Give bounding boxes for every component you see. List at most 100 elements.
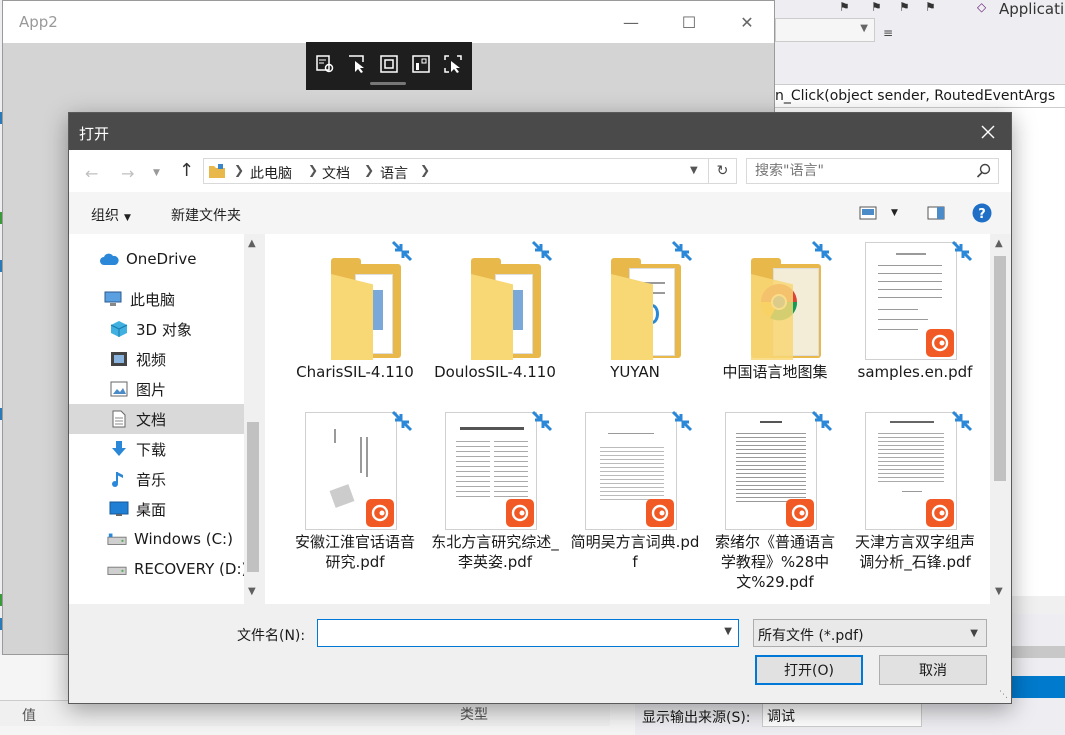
nav-item-desktop[interactable]: 桌面 [69,494,244,524]
nav-scrollbar[interactable]: ▲ ▼ [244,234,262,604]
chevron-right-icon[interactable]: ❯ [364,163,374,177]
nav-item-documents[interactable]: 文档 [69,404,244,434]
scroll-up-icon[interactable]: ▲ [995,238,1003,249]
nav-item-downloads[interactable]: 下载 [69,434,244,464]
file-list-scrollbar[interactable]: ▲ ▼ [990,234,1010,604]
file-item-pdf[interactable]: 安徽江淮官话语音研究.pdf [289,404,421,584]
chevron-right-icon[interactable]: ❯ [308,163,318,177]
file-item-folder[interactable]: YUYAN [569,234,701,414]
minimize-button[interactable]: — [602,1,660,43]
editor-hscroll[interactable] [1012,596,1065,614]
nav-label: 视频 [136,350,167,369]
sync-pending-icon [949,238,975,268]
search-input[interactable] [753,162,963,180]
file-item-folder[interactable]: 中国语言地图集 [709,234,841,414]
organize-button[interactable]: 组织 ▼ [91,205,131,225]
toolbar-grip[interactable] [370,82,406,85]
ide-config-combo[interactable]: ▼ [775,18,875,42]
view-dropdown-icon[interactable]: ▼ [891,208,898,218]
live-visual-tree-icon[interactable] [312,51,338,77]
forward-arrow-icon[interactable]: → [121,164,134,183]
folder-icon [209,164,225,178]
scroll-down-icon[interactable]: ▼ [995,586,1003,597]
pictures-icon [109,380,129,398]
command-bar: 组织 ▼ 新建文件夹 ▼ ? [69,192,1011,234]
bookmark-prev-icon[interactable]: ⚑ [871,0,882,14]
chevron-down-icon[interactable]: ▼ [724,626,732,637]
open-button[interactable]: 打开(O) [755,655,863,685]
column-type-header[interactable]: 类型 [460,704,488,724]
select-element-icon[interactable] [344,51,370,77]
toolbar-overflow-icon[interactable]: ≡ [883,26,893,40]
project-icon[interactable]: ◇ [977,0,986,14]
search-icon[interactable] [976,163,992,179]
hot-reload-select-icon[interactable] [440,51,466,77]
panel-divider [1012,646,1065,658]
file-item-pdf[interactable]: samples.en.pdf [849,234,981,414]
dialog-titlebar[interactable]: 打开 [69,113,1011,150]
help-icon[interactable]: ? [972,203,992,227]
scroll-down-icon[interactable]: ▼ [248,586,256,597]
filename-input[interactable] [322,624,712,642]
nav-item-drive-d[interactable]: RECOVERY (D:) [69,554,244,584]
file-item-folder[interactable]: DoulosSIL-4.110 [429,234,561,414]
output-titlebar [1012,676,1065,698]
download-icon [109,440,129,458]
file-type-filter[interactable]: 所有文件 (*.pdf) ▼ [753,619,987,647]
scroll-up-icon[interactable]: ▲ [248,238,256,249]
code-editor-line[interactable]: n_Click(object sender, RoutedEventArgs [775,84,1065,108]
breadcrumb-language[interactable]: 语言 [380,163,408,183]
bookmark-folder-icon[interactable]: ⚑ [925,0,936,14]
cancel-button[interactable]: 取消 [879,655,987,685]
sync-pending-icon [809,408,835,438]
nav-label: OneDrive [126,250,197,268]
column-value-header[interactable]: 值 [22,705,36,725]
file-item-pdf[interactable]: 东北方言研究综述_李英姿.pdf [429,404,561,584]
breadcrumb-this-pc[interactable]: 此电脑 [250,163,292,183]
pdf-app-icon [786,499,814,527]
up-arrow-icon[interactable]: ↑ [179,160,194,181]
resize-grip-icon[interactable]: ⋱ [999,690,1008,700]
address-bar[interactable]: ❯ 此电脑 ❯ 文档 ❯ 语言 ❯ ▼ [203,158,737,184]
nav-item-onedrive[interactable]: OneDrive [69,244,244,274]
dialog-close-button[interactable] [965,113,1011,150]
refresh-button[interactable]: ↻ [708,158,737,184]
nav-label: 文档 [136,410,167,429]
file-item-pdf[interactable]: 简明吴方言词典.pdf [569,404,701,584]
track-focused-element-icon[interactable] [408,51,434,77]
scroll-thumb[interactable] [247,422,259,572]
nav-item-pictures[interactable]: 图片 [69,374,244,404]
maximize-button[interactable]: ☐ [660,1,718,43]
nav-item-videos[interactable]: 视频 [69,344,244,374]
output-source-combo[interactable]: 调试 [762,703,922,727]
back-arrow-icon[interactable]: ← [85,164,98,183]
chevron-right-icon[interactable]: ❯ [234,163,244,177]
nav-item-drive-c[interactable]: Windows (C:) [69,524,244,554]
nav-item-3d-objects[interactable]: 3D 对象 [69,314,244,344]
toolbar-app-label[interactable]: Applicati [999,0,1064,18]
nav-label: RECOVERY (D:) [134,560,244,578]
nav-item-music[interactable]: 音乐 [69,464,244,494]
file-item-folder[interactable]: CharisSIL-4.110 [289,234,421,414]
scroll-thumb[interactable] [994,256,1006,481]
display-layout-adorners-icon[interactable] [376,51,402,77]
chevron-right-icon[interactable]: ❯ [420,163,430,177]
search-box[interactable] [746,158,999,184]
breadcrumb-documents[interactable]: 文档 [322,163,350,183]
refresh-icon: ↻ [716,163,729,179]
app2-titlebar[interactable]: App2 — ☐ ✕ [3,1,774,43]
nav-item-this-pc[interactable]: 此电脑 [69,284,244,314]
bookmark-next-icon[interactable]: ⚑ [899,0,910,14]
file-item-pdf[interactable]: 索绪尔《普通语言学教程》%28中文%29.pdf [709,404,841,591]
chevron-down-icon[interactable]: ▼ [690,165,698,176]
xaml-debug-toolbar [306,42,472,90]
file-item-pdf[interactable]: 天津方言双字组声调分析_石锋.pdf [849,404,981,584]
filename-combo[interactable]: ▼ [317,619,739,647]
preview-pane-icon[interactable] [927,206,945,224]
recent-locations-icon[interactable]: ▼ [153,168,160,178]
close-button[interactable]: ✕ [718,1,776,43]
bookmark-icon[interactable]: ⚑ [839,0,850,14]
view-options-icon[interactable] [859,206,877,224]
new-folder-button[interactable]: 新建文件夹 [171,205,241,225]
computer-icon [103,290,123,308]
